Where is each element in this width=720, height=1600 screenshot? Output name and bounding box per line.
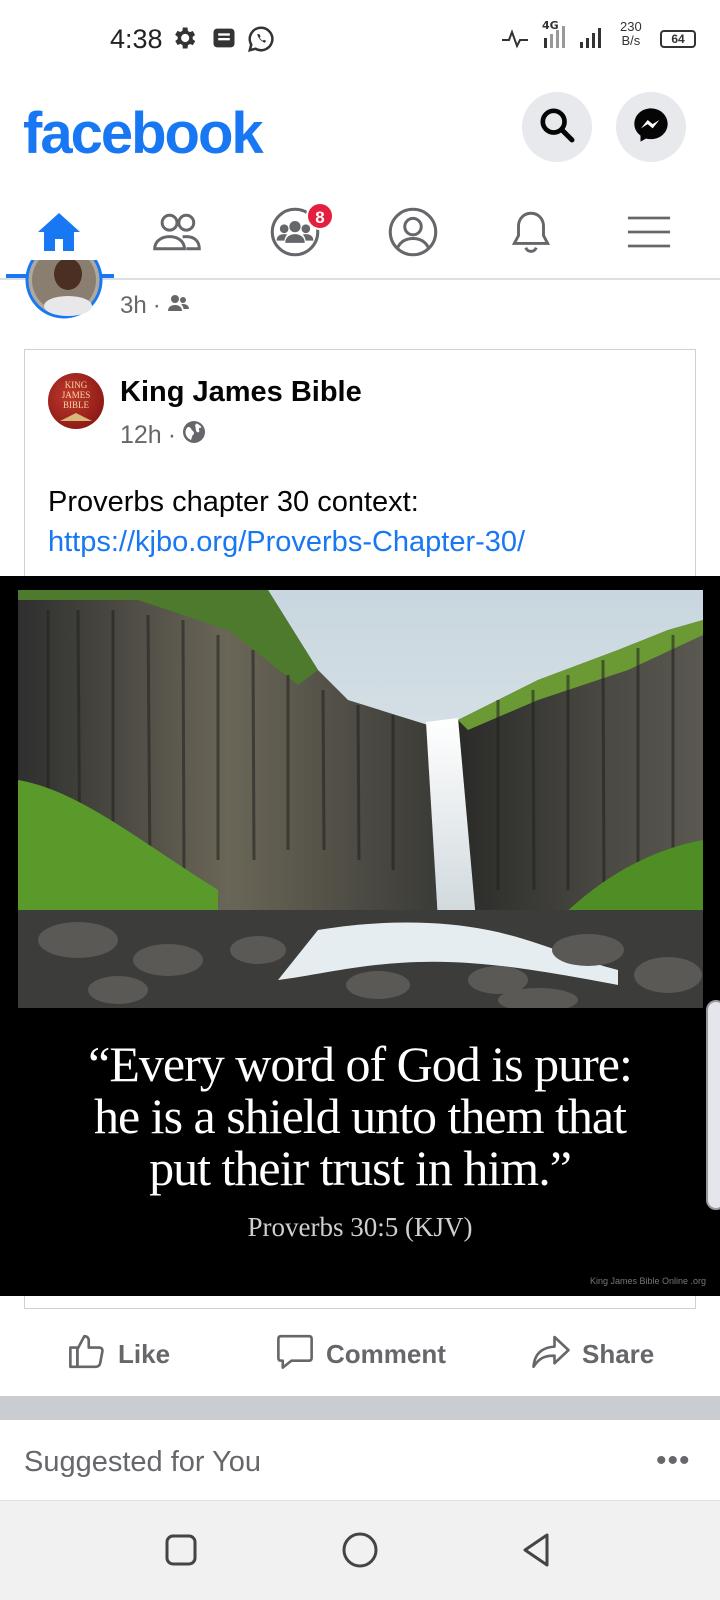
share-icon — [530, 1330, 572, 1379]
friends-icon — [167, 292, 191, 320]
post-image[interactable]: “Every word of God is pure: he is a shie… — [0, 576, 720, 1296]
home-button[interactable] — [339, 1531, 381, 1573]
post-actions: Like Comment Share — [0, 1310, 720, 1396]
tab-menu[interactable] — [590, 190, 708, 278]
post-meta: 12h · — [120, 420, 206, 451]
comment-button[interactable]: Comment — [274, 1332, 446, 1376]
signal-icon — [578, 18, 608, 57]
recents-button[interactable] — [160, 1531, 202, 1573]
section-divider — [0, 1396, 720, 1420]
globe-icon — [182, 420, 206, 451]
more-options-icon[interactable]: ••• — [656, 1444, 691, 1478]
square-icon — [164, 1533, 198, 1572]
side-panel-handle[interactable] — [706, 1000, 720, 1210]
page-name[interactable]: King James Bible — [120, 376, 362, 409]
comment-icon — [274, 1330, 316, 1379]
android-nav-bar — [0, 1500, 720, 1600]
search-icon — [537, 105, 577, 150]
home-icon — [34, 208, 84, 261]
circle-icon — [341, 1531, 379, 1574]
net-speed: 230 B/s — [620, 19, 642, 48]
suggested-title: Suggested for You — [24, 1446, 262, 1478]
back-triangle-icon — [519, 1531, 553, 1574]
share-button[interactable]: Share — [530, 1332, 654, 1376]
tab-notifications[interactable] — [472, 190, 590, 278]
messenger-icon — [631, 105, 671, 150]
image-citation: Proverbs 30:5 (KJV) — [247, 1212, 473, 1242]
groups-badge: 8 — [306, 202, 334, 230]
avatar[interactable] — [24, 260, 104, 322]
activity-icon — [500, 26, 530, 57]
tab-profile[interactable] — [354, 190, 472, 278]
search-button[interactable] — [522, 92, 592, 162]
battery-indicator: 64 — [660, 30, 696, 48]
main-nav: 8 — [0, 190, 720, 280]
bell-icon — [506, 206, 556, 263]
facebook-logo[interactable]: facebook — [23, 100, 264, 167]
friends-icon — [151, 208, 203, 261]
message-icon — [210, 24, 238, 57]
post-link[interactable]: https://kjbo.org/Proverbs-Chapter-30/ — [48, 522, 525, 562]
page-avatar[interactable]: KING JAMES BIBLE — [48, 373, 104, 429]
post-time[interactable]: 12h — [120, 421, 162, 450]
back-button[interactable] — [515, 1531, 557, 1573]
post-time: 3h — [120, 292, 147, 319]
post-text: Proverbs chapter 30 context: — [48, 486, 419, 518]
signal-4g-icon: 4G — [540, 18, 576, 57]
tab-groups[interactable]: 8 — [236, 190, 354, 278]
previous-post-meta: 3h · — [120, 292, 191, 320]
status-time: 4:38 — [110, 24, 163, 54]
status-bar: 4:38 4G 230 B/s 64 — [0, 0, 720, 80]
waterfall-photo — [18, 590, 703, 1008]
profile-icon — [387, 206, 439, 263]
messenger-button[interactable] — [616, 92, 686, 162]
tab-friends[interactable] — [118, 190, 236, 278]
gear-icon — [170, 24, 198, 57]
whatsapp-icon — [246, 24, 276, 59]
like-button[interactable]: Like — [66, 1332, 170, 1376]
like-icon — [66, 1330, 108, 1379]
image-quote: “Every word of God is pure: he is a shie… — [88, 1036, 633, 1196]
hamburger-icon — [626, 212, 672, 257]
image-watermark: King James Bible Online .org — [589, 1276, 706, 1286]
